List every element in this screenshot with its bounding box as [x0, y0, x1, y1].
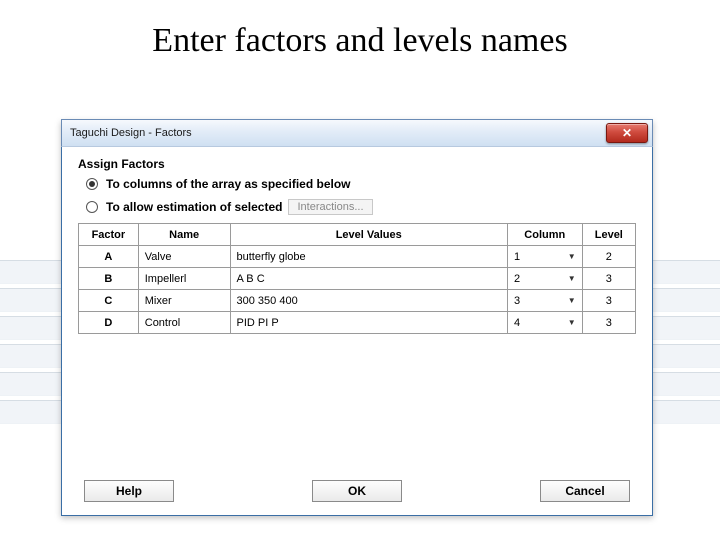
cell-factor: A [79, 246, 139, 268]
radio-icon [86, 178, 98, 190]
cell-level: 3 [582, 290, 635, 312]
interactions-button: Interactions... [288, 199, 372, 215]
radio-label: To columns of the array as specified bel… [106, 177, 351, 191]
factors-table: Factor Name Level Values Column Level AV… [78, 223, 636, 334]
cell-level-values[interactable]: PID PI P [230, 312, 507, 334]
cell-level-values[interactable]: A B C [230, 268, 507, 290]
chevron-down-icon: ▼ [568, 274, 576, 283]
cell-column-dropdown[interactable]: 1▼ [507, 246, 582, 268]
header-level: Level [582, 224, 635, 246]
cell-level-values[interactable]: butterfly globe [230, 246, 507, 268]
close-icon: ✕ [622, 126, 632, 140]
table-header-row: Factor Name Level Values Column Level [79, 224, 636, 246]
chevron-down-icon: ▼ [568, 318, 576, 327]
header-factor: Factor [79, 224, 139, 246]
table-row: CMixer300 350 4003▼3 [79, 290, 636, 312]
ok-button[interactable]: OK [312, 480, 402, 502]
slide-title: Enter factors and levels names [0, 0, 720, 60]
cell-factor: D [79, 312, 139, 334]
header-level-values: Level Values [230, 224, 507, 246]
dialog-button-row: Help OK Cancel [62, 480, 652, 502]
radio-icon [86, 201, 98, 213]
window-title: Taguchi Design - Factors [70, 127, 192, 139]
radio-allow-estimation[interactable]: To allow estimation of selected Interact… [86, 199, 636, 215]
cell-level-values[interactable]: 300 350 400 [230, 290, 507, 312]
cell-name[interactable]: Mixer [138, 290, 230, 312]
cell-level: 3 [582, 312, 635, 334]
table-row: DControlPID PI P4▼3 [79, 312, 636, 334]
header-column: Column [507, 224, 582, 246]
assign-factors-label: Assign Factors [78, 157, 636, 171]
cell-name[interactable]: Control [138, 312, 230, 334]
cell-level: 2 [582, 246, 635, 268]
cell-column-dropdown[interactable]: 2▼ [507, 268, 582, 290]
cell-name[interactable]: Valve [138, 246, 230, 268]
cell-column-dropdown[interactable]: 4▼ [507, 312, 582, 334]
radio-label: To allow estimation of selected [106, 200, 282, 214]
cell-level: 3 [582, 268, 635, 290]
help-button[interactable]: Help [84, 480, 174, 502]
cell-name[interactable]: Impellerl [138, 268, 230, 290]
radio-columns-array[interactable]: To columns of the array as specified bel… [86, 177, 636, 191]
chevron-down-icon: ▼ [568, 296, 576, 305]
dialog-window: Taguchi Design - Factors ✕ Assign Factor… [61, 120, 653, 516]
cancel-button[interactable]: Cancel [540, 480, 630, 502]
dialog-client: Assign Factors To columns of the array a… [62, 147, 652, 514]
cell-column-dropdown[interactable]: 3▼ [507, 290, 582, 312]
cell-factor: B [79, 268, 139, 290]
table-row: AValvebutterfly globe1▼2 [79, 246, 636, 268]
close-button[interactable]: ✕ [606, 123, 648, 143]
chevron-down-icon: ▼ [568, 252, 576, 261]
table-row: BImpellerlA B C2▼3 [79, 268, 636, 290]
header-name: Name [138, 224, 230, 246]
titlebar: Taguchi Design - Factors ✕ [61, 119, 653, 147]
cell-factor: C [79, 290, 139, 312]
